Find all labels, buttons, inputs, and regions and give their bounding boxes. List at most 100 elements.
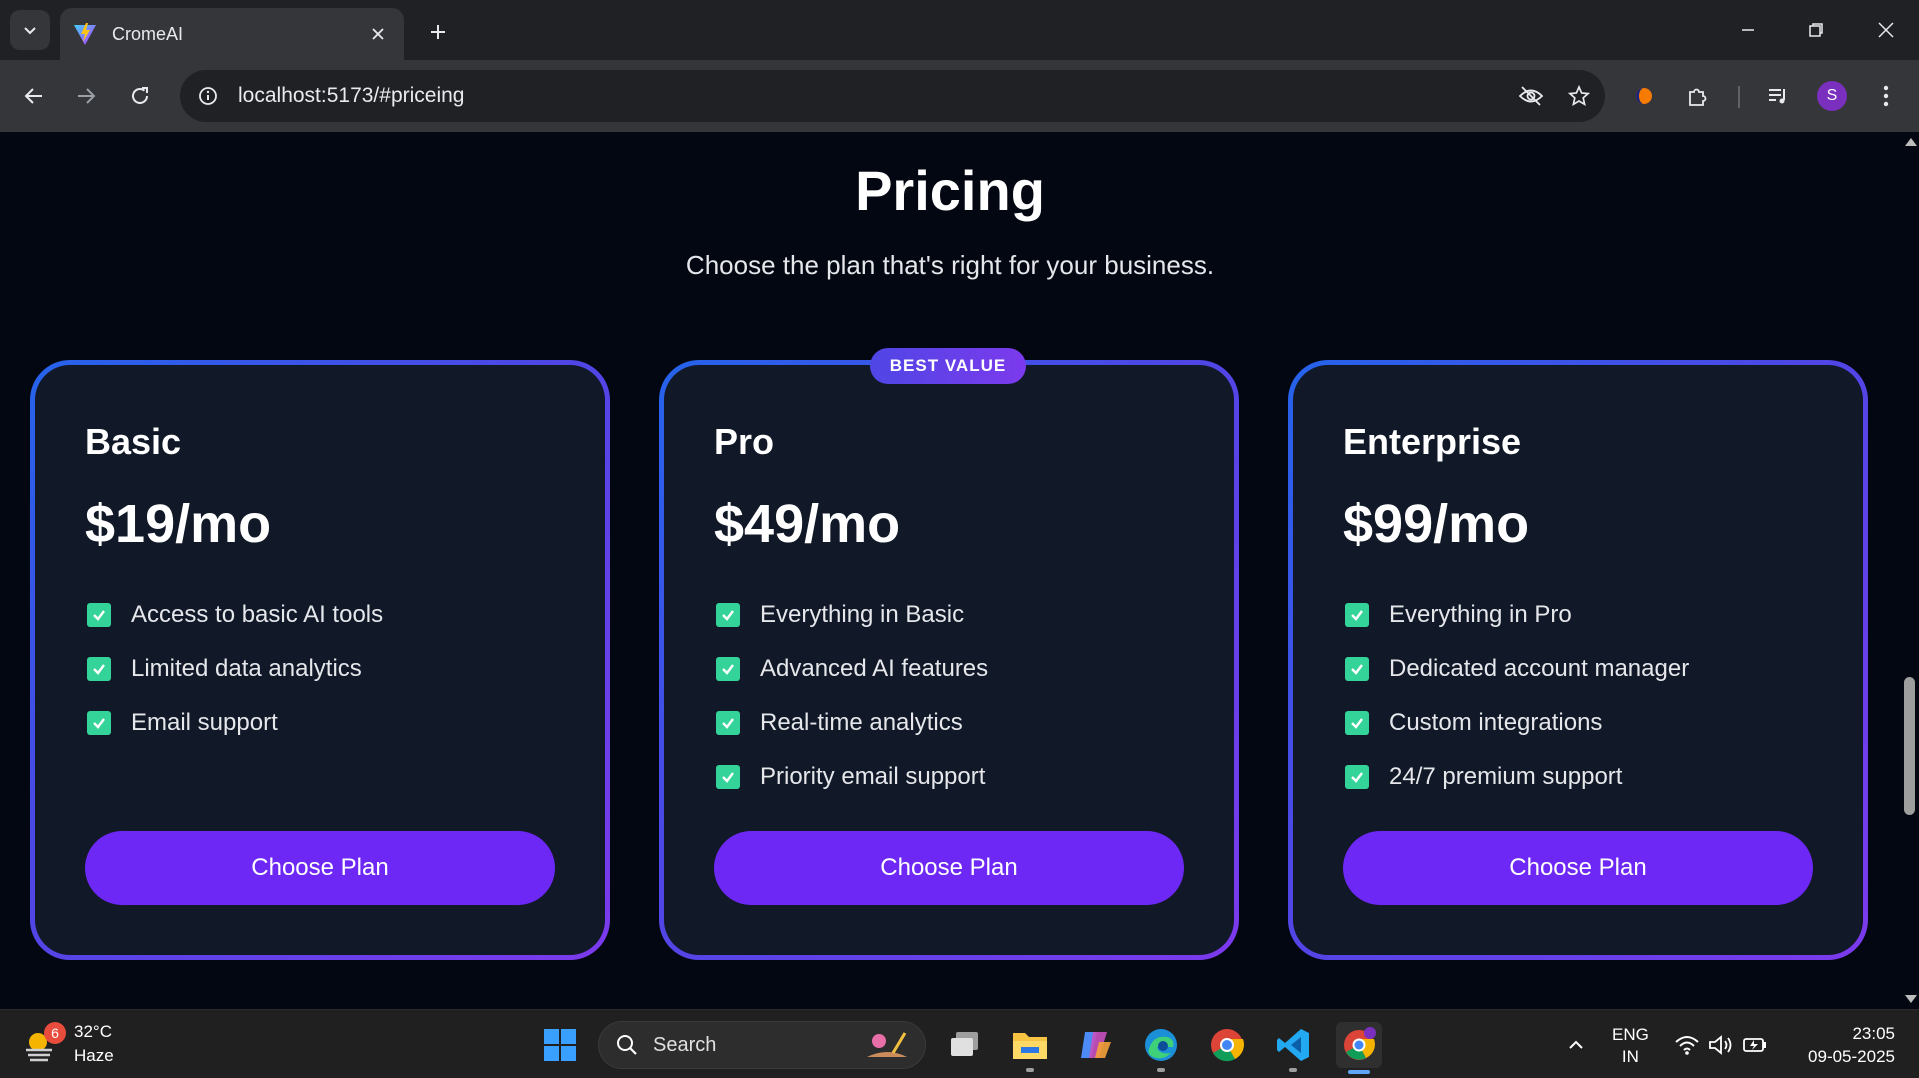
edge-icon (1145, 1029, 1177, 1061)
check-icon (716, 657, 740, 681)
task-view-button[interactable] (942, 1022, 988, 1068)
plus-icon (431, 25, 445, 39)
page-scrollbar[interactable] (1900, 132, 1919, 1009)
tab-close-button[interactable] (364, 20, 392, 48)
bookmark-button[interactable] (1557, 74, 1601, 118)
clock-date: 09-05-2025 (1808, 1047, 1895, 1066)
feature-list: Everything in Basic Advanced AI features… (716, 588, 988, 804)
copilot-button[interactable] (1072, 1022, 1118, 1068)
arrow-right-icon (78, 88, 96, 104)
edge-button[interactable] (1138, 1022, 1184, 1072)
feature-text: Advanced AI features (760, 655, 989, 682)
vscode-button[interactable] (1270, 1022, 1316, 1072)
feature-item: Custom integrations (1345, 696, 1689, 750)
feature-list: Everything in Pro Dedicated account mana… (1345, 588, 1689, 804)
system-clock[interactable]: 23:05 09-05-2025 (1795, 1022, 1895, 1068)
choose-plan-button-enterprise[interactable]: Choose Plan (1343, 831, 1813, 905)
extensions-menu-button[interactable] (1676, 74, 1720, 118)
active-indicator (1348, 1070, 1370, 1074)
back-button[interactable] (12, 74, 56, 118)
browser-tab-strip: CromeAI (0, 0, 1919, 60)
quick-settings-button[interactable] (1666, 1022, 1776, 1068)
feature-text: Custom integrations (1389, 709, 1603, 736)
page-viewport: Pricing Choose the plan that's right for… (0, 132, 1900, 1009)
best-value-badge: BEST VALUE (870, 348, 1026, 384)
feature-text: Limited data analytics (131, 655, 362, 682)
running-indicator (1026, 1068, 1034, 1072)
scroll-thumb[interactable] (1904, 677, 1915, 815)
weather-condition: Haze (74, 1046, 114, 1065)
copilot-icon (1081, 1032, 1111, 1058)
page-title: Pricing (855, 159, 1045, 222)
running-indicator (1289, 1068, 1297, 1072)
scroll-down-arrow[interactable] (1905, 995, 1917, 1003)
scroll-up-arrow[interactable] (1905, 138, 1917, 146)
feature-item: 24/7 premium support (1345, 750, 1689, 804)
taskbar-search[interactable]: Search (598, 1021, 926, 1069)
restore-button[interactable] (1788, 8, 1844, 52)
feature-text: Access to basic AI tools (131, 601, 384, 628)
address-bar[interactable]: localhost:5173/#priceing (180, 70, 1605, 122)
choose-plan-button-pro[interactable]: Choose Plan (714, 831, 1184, 905)
vite-logo-icon (74, 23, 96, 45)
clock-time: 23:05 (1852, 1024, 1895, 1043)
weather-badge: 6 (44, 1022, 66, 1044)
chrome-button[interactable] (1204, 1022, 1250, 1068)
battery-charging-icon (1743, 1038, 1766, 1052)
new-tab-button[interactable] (420, 14, 456, 50)
reload-icon (132, 87, 148, 104)
reload-button[interactable] (118, 74, 162, 118)
weather-widget[interactable]: 6 32°C Haze (22, 1020, 114, 1068)
media-queue-icon (1769, 89, 1785, 104)
browser-menu-button[interactable] (1864, 74, 1908, 118)
feature-item: Email support (87, 696, 383, 750)
feature-item: Advanced AI features (716, 642, 988, 696)
media-controls-button[interactable] (1756, 74, 1800, 118)
plan-price: $49/mo (714, 494, 901, 554)
feature-text: Email support (131, 709, 278, 736)
language-indicator[interactable]: ENG IN (1612, 1024, 1649, 1068)
feature-item: Limited data analytics (87, 642, 383, 696)
volume-icon (1709, 1035, 1732, 1055)
feature-item: Everything in Basic (716, 588, 988, 642)
close-window-button[interactable] (1858, 8, 1914, 52)
extension-logo-icon (1636, 88, 1652, 104)
tab-search-button[interactable] (10, 10, 50, 50)
tracking-protection-button[interactable] (1509, 74, 1553, 118)
eye-slash-icon (1518, 86, 1544, 106)
browser-toolbar: localhost:5173/#priceing S (0, 60, 1919, 132)
site-info-button[interactable] (188, 76, 228, 116)
show-hidden-icons-button[interactable] (1553, 1022, 1599, 1068)
start-button[interactable] (537, 1022, 583, 1068)
info-icon (199, 87, 217, 105)
running-indicator (1157, 1068, 1165, 1072)
plan-name: Pro (714, 421, 775, 462)
browser-tab[interactable]: CromeAI (60, 8, 404, 60)
check-icon (716, 765, 740, 789)
toolbar-separator (1738, 86, 1740, 108)
forward-button[interactable] (64, 74, 108, 118)
check-icon (716, 603, 740, 627)
search-icon (617, 1035, 637, 1055)
profile-button[interactable]: S (1810, 74, 1854, 118)
minimize-button[interactable] (1720, 8, 1776, 52)
feature-item: Priority email support (716, 750, 988, 804)
check-icon (1345, 657, 1369, 681)
task-view-icon (951, 1032, 978, 1056)
extension-button[interactable] (1622, 74, 1666, 118)
check-icon (716, 711, 740, 735)
more-vertical-icon (1883, 85, 1889, 107)
feature-text: Priority email support (760, 763, 986, 790)
chrome-profile-button[interactable] (1336, 1022, 1382, 1074)
region-code: IN (1621, 1047, 1639, 1066)
choose-plan-button-basic[interactable]: Choose Plan (85, 831, 555, 905)
chevron-up-icon (1569, 1040, 1583, 1049)
plan-name: Basic (85, 421, 182, 462)
url-text[interactable]: localhost:5173/#priceing (238, 84, 1509, 108)
file-explorer-button[interactable] (1007, 1022, 1053, 1072)
feature-text: Everything in Pro (1389, 601, 1572, 628)
feature-item: Real-time analytics (716, 696, 988, 750)
check-icon (1345, 711, 1369, 735)
search-label: Search (653, 1033, 717, 1056)
weather-temperature: 32°C (74, 1022, 112, 1041)
